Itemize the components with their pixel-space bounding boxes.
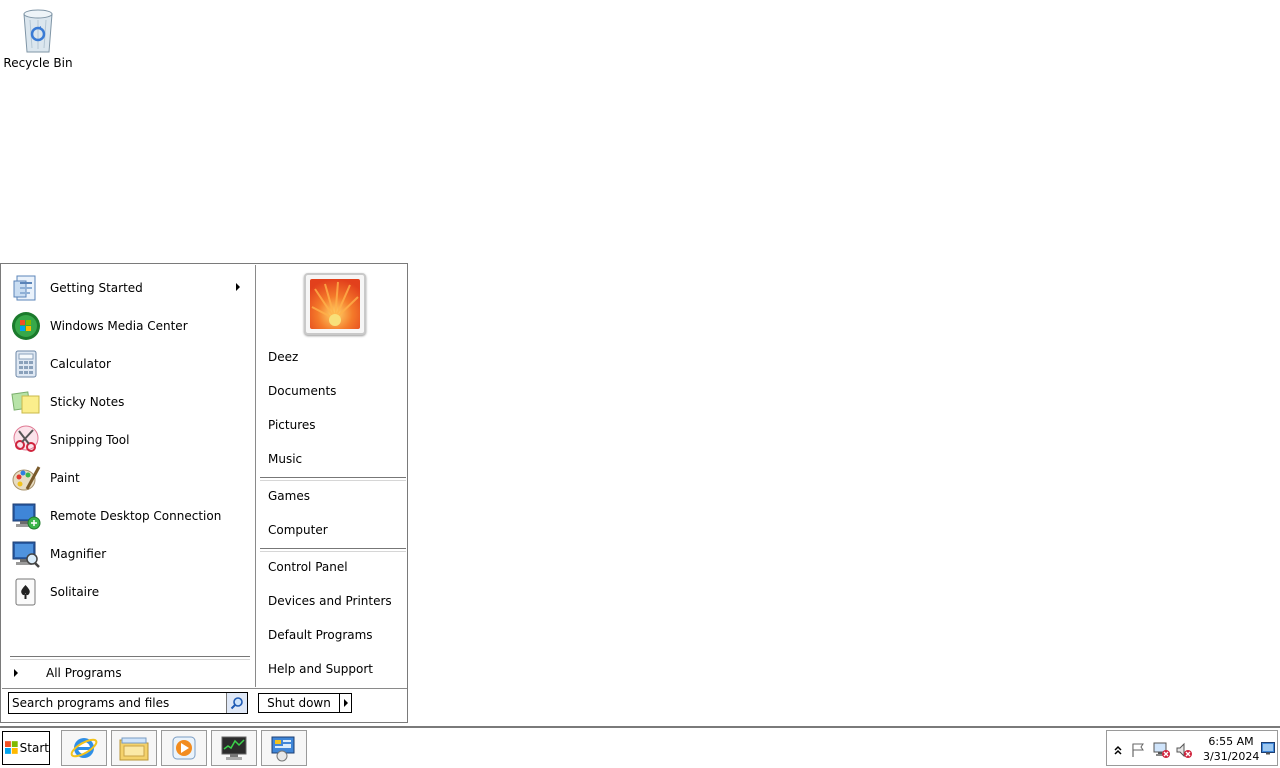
all-programs-button[interactable]: All Programs [10,663,250,683]
show-desktop-button[interactable] [1261,741,1275,755]
clock-date: 3/31/2024 [1203,750,1260,763]
search-box[interactable] [8,692,248,714]
program-label: Magnifier [50,547,107,561]
notification-area: 6:55 AM 3/31/2024 [1106,730,1278,766]
action-center-flag-icon[interactable] [1129,741,1147,759]
separator [260,548,406,552]
taskbar-windows-explorer[interactable] [111,730,157,766]
link-user-folder[interactable]: Deez [268,350,298,368]
taskbar-windows-media-player[interactable] [161,730,207,766]
desktop-icon-label: Recycle Bin [3,56,73,70]
shut-down-label: Shut down [267,696,331,710]
program-label: Windows Media Center [50,319,188,333]
program-label: Paint [50,471,80,485]
show-desktop-icon [1261,742,1275,755]
start-menu-bottom-bar: Shut down [2,688,407,723]
clock-time: 6:55 AM [1208,735,1254,748]
flower-picture-icon [310,279,360,329]
submenu-arrow-icon [236,283,240,291]
show-hidden-icons-icon[interactable] [1109,741,1127,759]
link-default-programs[interactable]: Default Programs [268,628,373,646]
link-control-panel[interactable]: Control Panel [268,560,348,578]
task-manager-icon [221,736,247,760]
program-remote-desktop-connection[interactable]: Remote Desktop Connection [10,498,250,534]
link-pictures[interactable]: Pictures [268,418,316,436]
windows-explorer-icon [119,737,149,761]
user-avatar[interactable] [304,273,366,335]
windows-media-player-icon [172,736,196,760]
shut-down-options-button[interactable] [339,693,352,713]
link-games[interactable]: Games [268,489,310,507]
separator [260,477,406,481]
program-sticky-notes[interactable]: Sticky Notes [10,384,250,420]
program-windows-media-center[interactable]: Windows Media Center [10,308,250,344]
right-links-pane: Deez Documents Pictures Music Games Comp… [255,265,408,687]
start-button[interactable]: Start [2,731,50,765]
volume-muted-icon[interactable] [1175,741,1193,759]
program-label: Solitaire [50,585,100,599]
windows-media-center-icon [10,310,42,342]
getting-started-icon [10,272,42,304]
remote-desktop-icon [10,500,42,532]
paint-icon [10,462,42,494]
program-label: Remote Desktop Connection [50,509,222,523]
arrow-right-icon [343,699,348,707]
link-computer[interactable]: Computer [268,523,328,541]
all-programs-label: All Programs [46,666,122,680]
windows-logo-icon [5,741,18,754]
program-solitaire[interactable]: Solitaire [10,574,250,610]
taskbar: Start 6:55 AM 3/31/2024 [0,726,1280,768]
magnifier-icon [10,538,42,570]
program-calculator[interactable]: Calculator [10,346,250,382]
program-snipping-tool[interactable]: Snipping Tool [10,422,250,458]
start-menu: Getting Started Windows Media Center Cal… [0,263,408,723]
shut-down-button[interactable]: Shut down [258,693,340,713]
program-label: Snipping Tool [50,433,130,447]
program-getting-started[interactable]: Getting Started [10,270,250,306]
search-button[interactable] [226,693,247,713]
snipping-tool-icon [10,424,42,456]
program-magnifier[interactable]: Magnifier [10,536,250,572]
taskbar-control-panel[interactable] [261,730,307,766]
solitaire-icon [10,576,42,608]
system-clock[interactable]: 6:55 AM 3/31/2024 [1203,734,1259,764]
link-devices-and-printers[interactable]: Devices and Printers [268,594,392,612]
calculator-icon [10,348,42,380]
search-input[interactable] [12,696,225,710]
separator [10,656,250,660]
program-paint[interactable]: Paint [10,460,250,496]
internet-explorer-icon [70,738,98,758]
start-label: Start [19,741,49,755]
program-label: Sticky Notes [50,395,125,409]
network-disconnected-icon[interactable] [1153,741,1171,759]
control-panel-icon [271,736,295,762]
recycle-bin-icon [18,6,58,54]
search-icon [230,697,243,710]
sticky-notes-icon [10,386,42,418]
link-music[interactable]: Music [268,452,302,470]
program-label: Calculator [50,357,111,371]
desktop-icon-recycle-bin[interactable]: Recycle Bin [2,6,74,70]
expand-arrow-icon [14,669,18,677]
taskbar-task-manager[interactable] [211,730,257,766]
program-label: Getting Started [50,281,143,295]
taskbar-internet-explorer[interactable] [61,730,107,766]
pinned-programs-pane: Getting Started Windows Media Center Cal… [2,265,254,687]
link-documents[interactable]: Documents [268,384,336,402]
link-help-and-support[interactable]: Help and Support [268,662,373,680]
